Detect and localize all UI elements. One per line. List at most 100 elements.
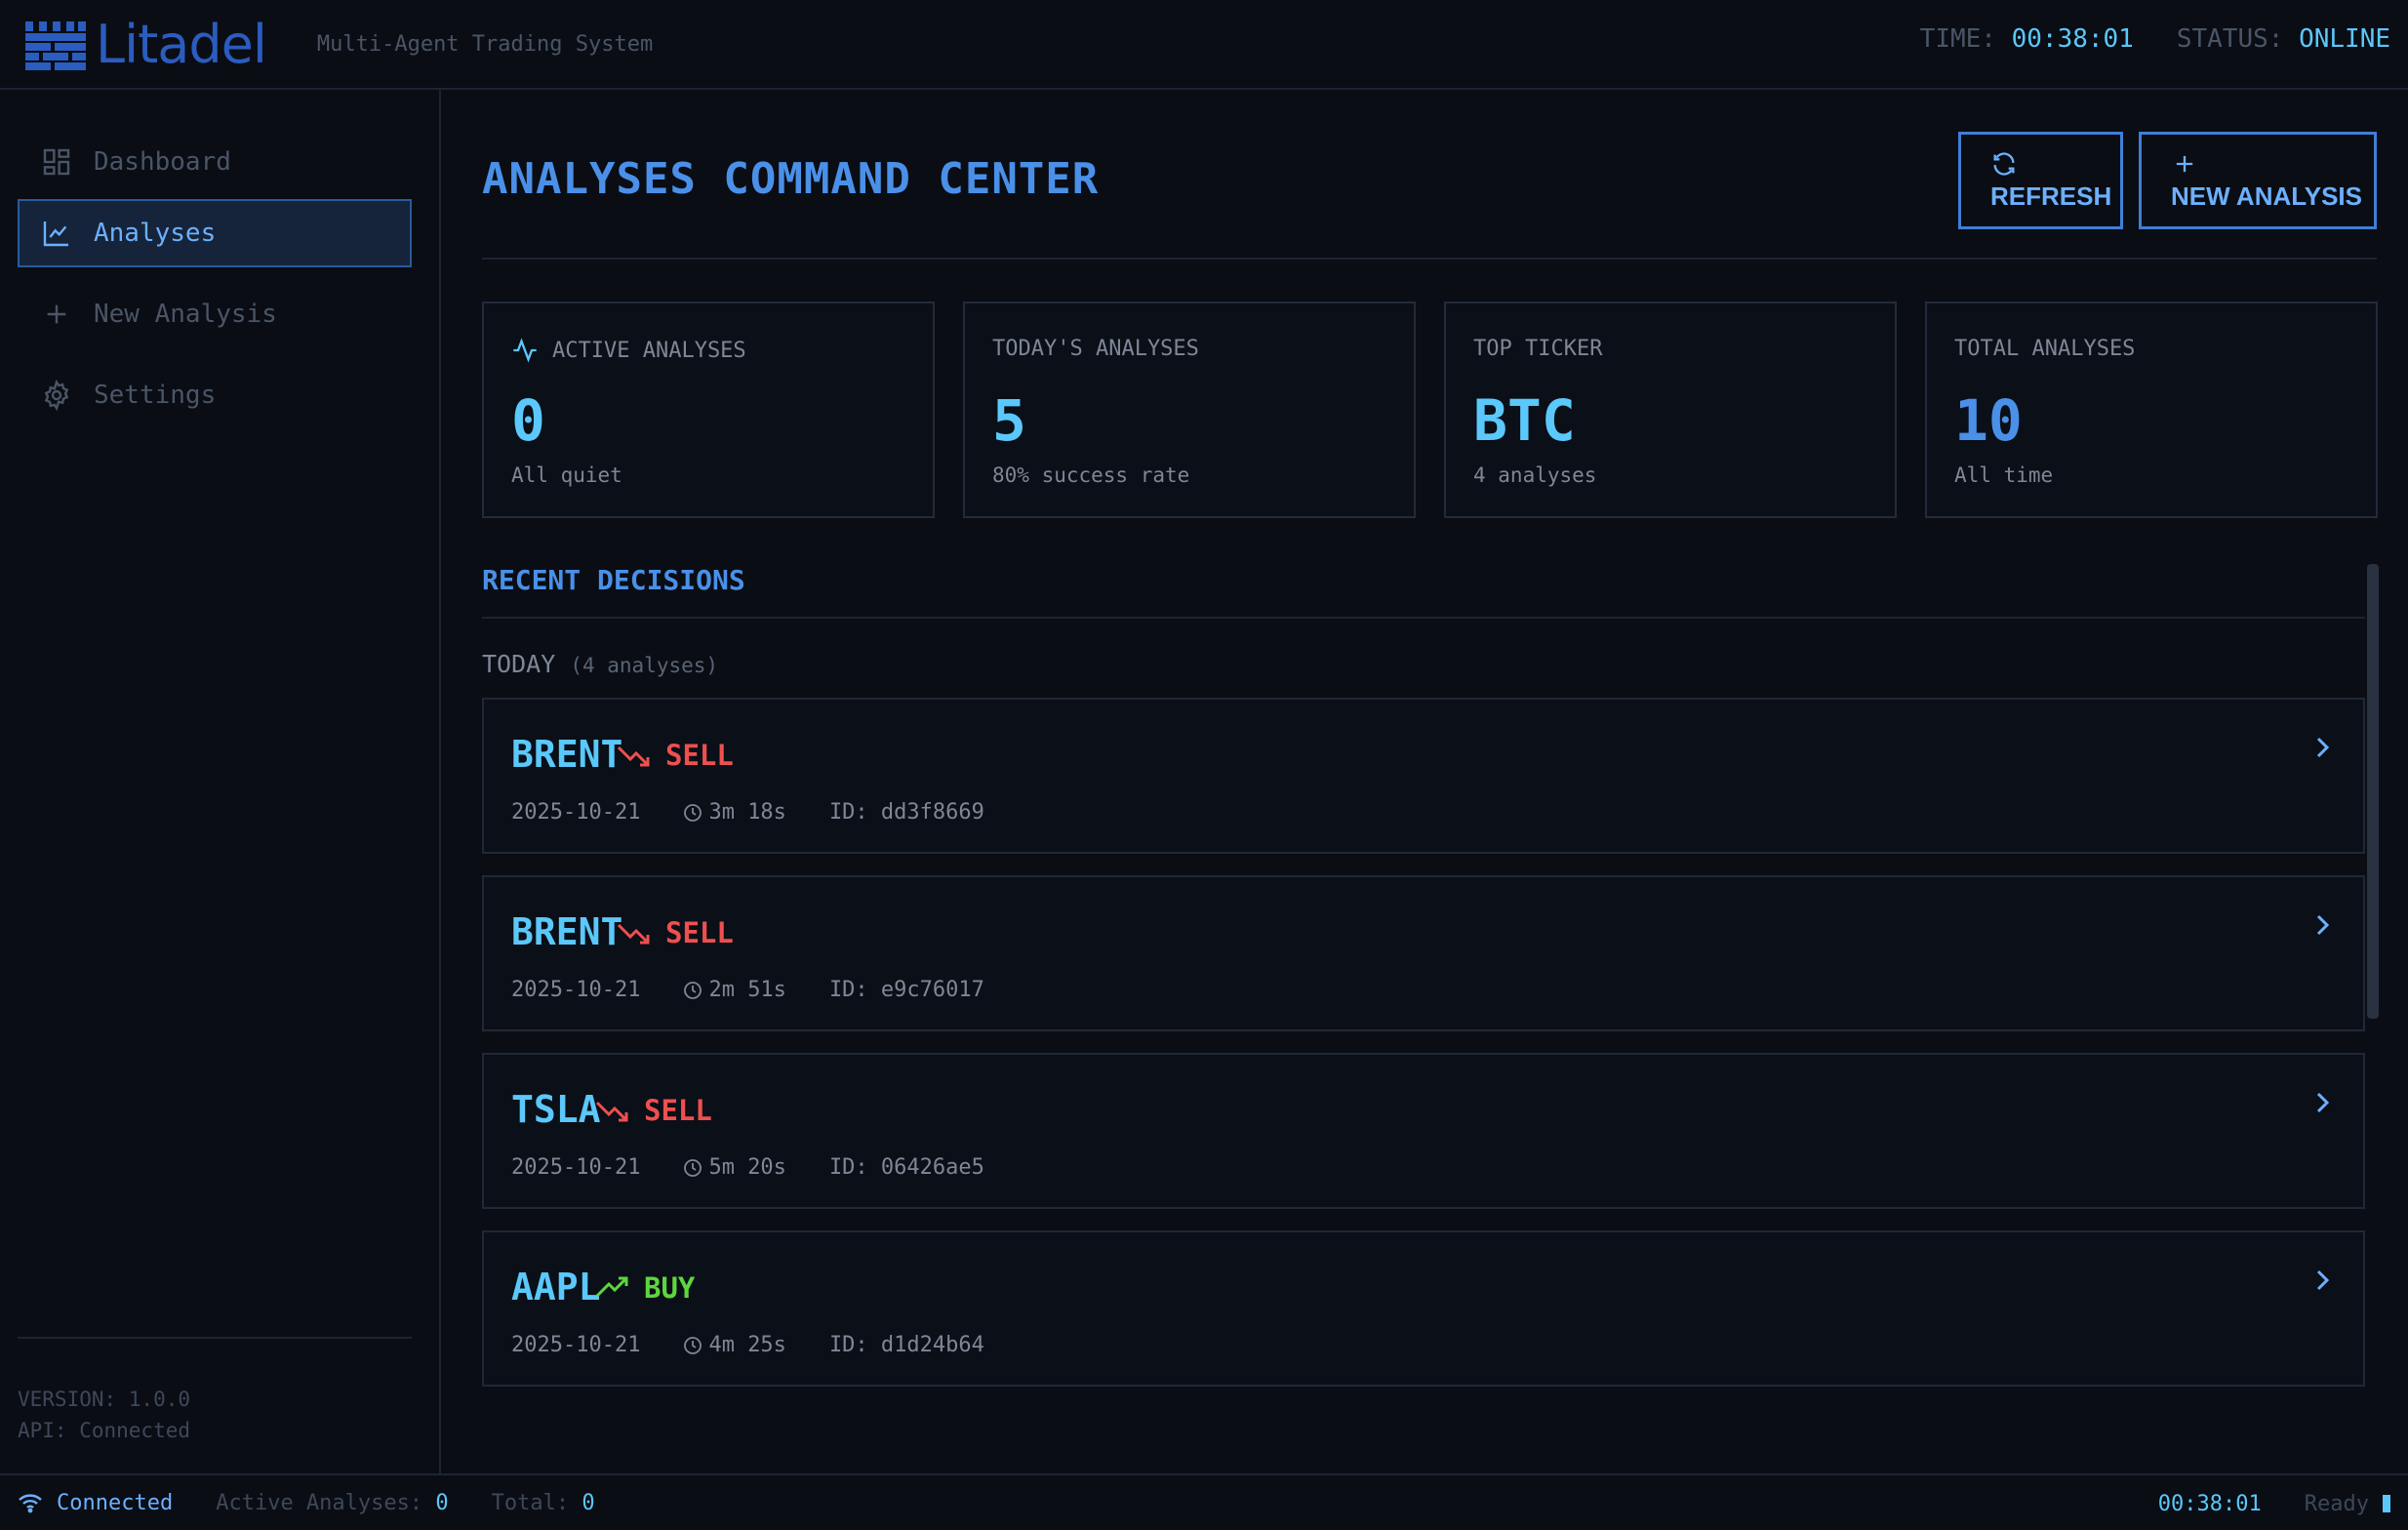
stat-value: 10 (1954, 387, 2023, 454)
new-analysis-button[interactable]: NEW ANALYSIS (2139, 132, 2377, 229)
sidebar-item-new-analysis[interactable]: New Analysis (18, 280, 412, 348)
group-label-text: TODAY (482, 650, 556, 678)
ticker: TSLA (511, 1088, 601, 1131)
signal-badge: BUY (595, 1271, 695, 1305)
group-label: TODAY (4 analyses) (482, 650, 718, 678)
stat-card-active: ACTIVE ANALYSES 0 All quiet (482, 302, 935, 518)
clock-icon (684, 1336, 702, 1354)
sidebar-item-settings[interactable]: Settings (18, 361, 412, 429)
stat-card-total: TOTAL ANALYSES 10 All time (1925, 302, 2378, 518)
status-value: ONLINE (2299, 24, 2390, 54)
scrollbar[interactable] (2365, 560, 2381, 1430)
sidebar-item-label: Analyses (94, 219, 217, 248)
stat-value: BTC (1473, 387, 1576, 454)
stat-label-text: ACTIVE ANALYSES (552, 338, 746, 363)
date: 2025-10-21 (511, 978, 641, 1002)
time-value: 00:38:01 (2011, 24, 2134, 54)
logo[interactable]: Litadel (25, 14, 267, 75)
sidebar-item-label: New Analysis (94, 300, 277, 329)
analysis-id: ID: 06426ae5 (828, 1155, 984, 1180)
ticker: AAPL (511, 1266, 601, 1309)
chart-line-icon (43, 221, 68, 247)
ready-text: Ready (2304, 1491, 2369, 1516)
stat-label: TODAY'S ANALYSES (992, 337, 1199, 361)
scrollbar-thumb[interactable] (2367, 564, 2379, 1019)
signal-label: SELL (665, 916, 734, 949)
analysis-id: ID: dd3f8669 (828, 800, 984, 825)
wifi-icon (19, 1494, 42, 1513)
stat-sub: All quiet (511, 463, 622, 487)
chevron-right-icon[interactable] (2312, 1088, 2334, 1117)
card-meta: 2025-10-21 3m 18s ID: dd3f8669 (511, 800, 984, 825)
sidebar-meta: VERSION: 1.0.0 API: Connected (18, 1384, 190, 1446)
page-title: ANALYSES COMMAND CENTER (482, 154, 1100, 204)
chevron-right-icon[interactable] (2312, 733, 2334, 762)
refresh-label: REFRESH (1990, 181, 2112, 211)
app-tagline: Multi-Agent Trading System (316, 31, 654, 57)
decision-card[interactable]: AAPL BUY 2025-10-21 4m 25s ID: d1d24b64 (482, 1230, 2365, 1387)
clock-icon (684, 1158, 702, 1177)
plus-icon (47, 304, 66, 324)
duration: 4m 25s (708, 1333, 786, 1357)
stat-label: TOTAL ANALYSES (1954, 337, 2136, 361)
ticker: BRENT (511, 733, 623, 776)
card-meta: 2025-10-21 2m 51s ID: e9c76017 (511, 978, 984, 1002)
time-label: TIME: (1919, 24, 1996, 54)
card-meta: 2025-10-21 5m 20s ID: 06426ae5 (511, 1155, 984, 1180)
duration: 2m 51s (708, 978, 786, 1002)
status-bar-right: 00:38:01 Ready (2158, 1475, 2390, 1530)
section-title: RECENT DECISIONS (482, 564, 745, 596)
chevron-right-icon[interactable] (2312, 910, 2334, 940)
sidebar-item-label: Settings (94, 381, 217, 410)
decision-card[interactable]: BRENT SELL 2025-10-21 3m 18s ID: dd3f866… (482, 698, 2365, 854)
analysis-id: ID: e9c76017 (828, 978, 984, 1002)
sidebar-item-label: Dashboard (94, 147, 231, 177)
signal-badge: SELL (595, 1094, 712, 1127)
refresh-button[interactable]: REFRESH (1958, 132, 2123, 229)
gear-icon (44, 380, 69, 411)
sidebar-item-analyses[interactable]: Analyses (18, 199, 412, 267)
status-label: STATUS: (2176, 24, 2284, 54)
clock-icon (684, 803, 702, 822)
stat-card-top-ticker: TOP TICKER BTC 4 analyses (1444, 302, 1897, 518)
duration: 5m 20s (708, 1155, 786, 1180)
total-value: 0 (582, 1490, 595, 1515)
decision-card[interactable]: TSLA SELL 2025-10-21 5m 20s ID: 06426ae5 (482, 1053, 2365, 1209)
dashboard-icon (43, 148, 70, 176)
header-status: TIME: 00:38:01 STATUS: ONLINE (1920, 0, 2390, 78)
trending-down-icon (617, 923, 650, 945)
active-analyses-label: Active Analyses: (216, 1490, 423, 1515)
stat-card-today: TODAY'S ANALYSES 5 80% success rate (963, 302, 1416, 518)
total-label: Total: (491, 1490, 570, 1515)
stat-sub: 4 analyses (1473, 463, 1597, 487)
trending-down-icon (595, 1101, 628, 1122)
api-status-text: API: Connected (18, 1419, 191, 1442)
analysis-id: ID: d1d24b64 (828, 1333, 984, 1357)
stat-sub: All time (1954, 463, 2054, 487)
decision-card[interactable]: BRENT SELL 2025-10-21 2m 51s ID: e9c7601… (482, 875, 2365, 1031)
signal-badge: SELL (617, 916, 734, 949)
sidebar: Dashboard Analyses New Analysis Settings… (0, 90, 441, 1473)
new-analysis-label: NEW ANALYSIS (2171, 181, 2362, 211)
status-time: 00:38:01 (2157, 1491, 2262, 1516)
sidebar-divider (18, 1337, 412, 1339)
header-divider (482, 258, 2377, 260)
stat-value: 5 (992, 387, 1026, 454)
signal-label: SELL (665, 739, 734, 772)
trending-down-icon (617, 745, 650, 767)
ticker: BRENT (511, 910, 623, 953)
sidebar-item-dashboard[interactable]: Dashboard (18, 128, 412, 196)
chevron-right-icon[interactable] (2312, 1266, 2334, 1295)
status-bar: Connected Active Analyses: 0 Total: 0 00… (0, 1473, 2408, 1530)
cursor-indicator (2383, 1495, 2390, 1512)
duration: 3m 18s (708, 800, 786, 825)
clock-icon (684, 981, 702, 999)
group-count: (4 analyses) (570, 654, 719, 677)
activity-icon (513, 338, 537, 363)
card-meta: 2025-10-21 4m 25s ID: d1d24b64 (511, 1333, 984, 1357)
section-divider (482, 617, 2365, 619)
date: 2025-10-21 (511, 800, 641, 825)
date: 2025-10-21 (511, 1333, 641, 1357)
active-analyses-value: 0 (435, 1490, 449, 1515)
trending-up-icon (595, 1276, 628, 1298)
